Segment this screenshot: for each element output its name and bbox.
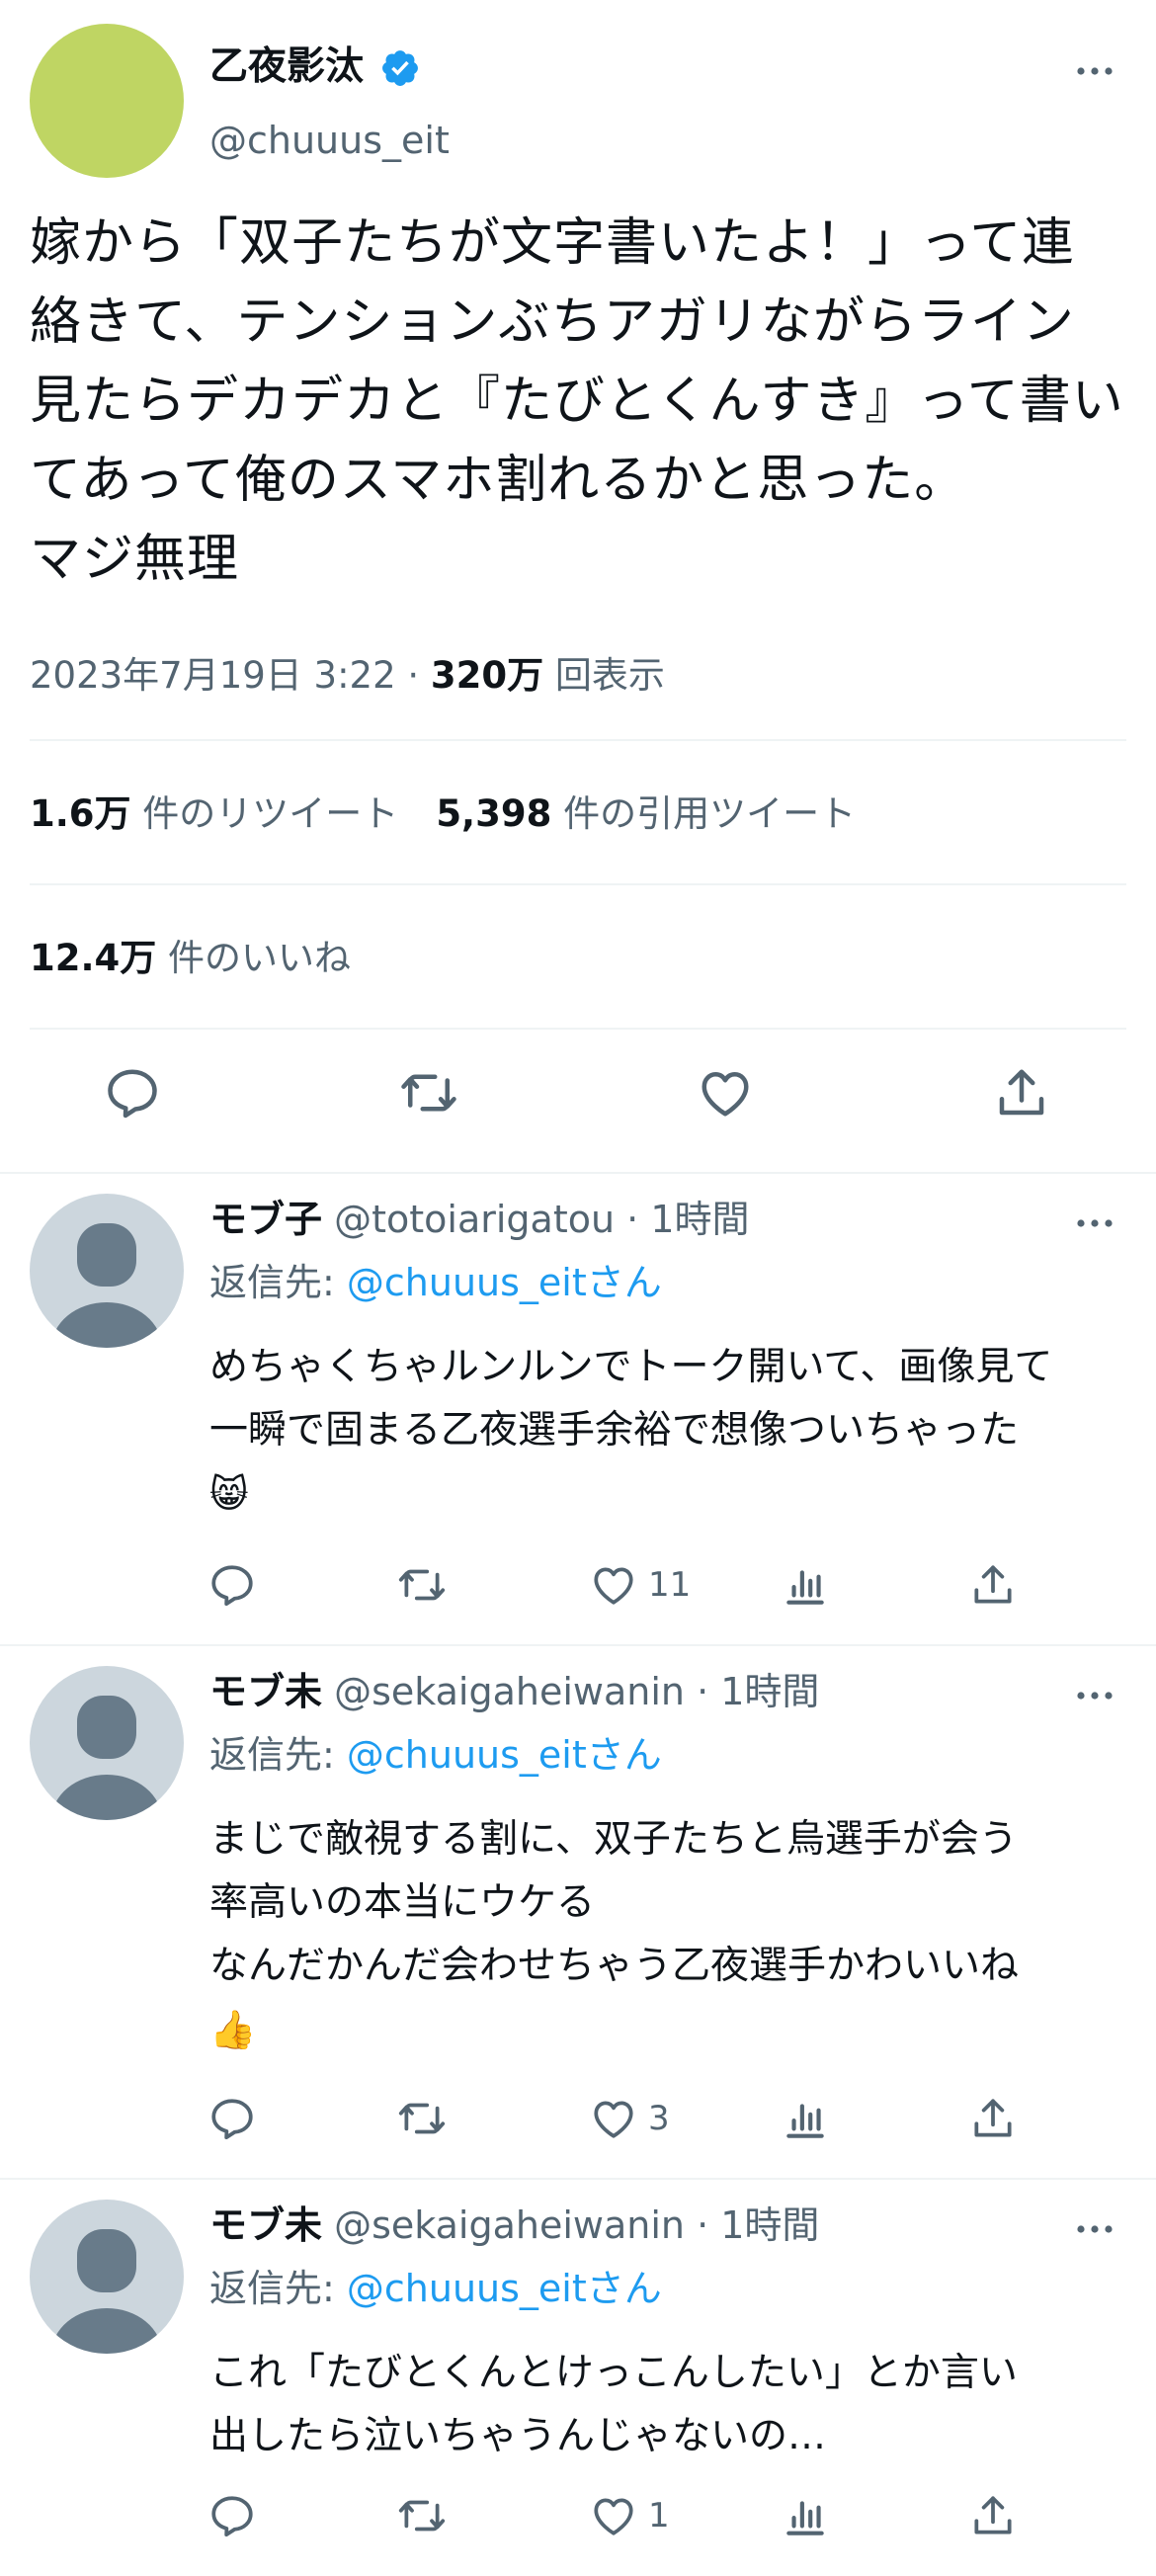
quotes-stat[interactable]: 5,398 件の引用ツイート — [436, 792, 856, 835]
like-icon[interactable] — [696, 1063, 755, 1122]
reply-icon[interactable] — [207, 1555, 257, 1615]
like-icon[interactable] — [589, 2089, 638, 2148]
divider — [30, 883, 1126, 885]
more-icon[interactable] — [1075, 1684, 1115, 1707]
like-count: 3 — [648, 2099, 670, 2138]
tweet-actions — [0, 1063, 1156, 1132]
reply-mention-link[interactable]: @chuuus_eitさん — [347, 1733, 662, 1777]
replying-to: 返信先: @chuuus_eitさん — [209, 1729, 662, 1781]
analytics-icon[interactable] — [781, 2089, 830, 2148]
quotes-label: 件の引用ツイート — [551, 792, 857, 835]
retweet-icon[interactable] — [399, 1063, 458, 1122]
reply-tweet[interactable]: モブ子 @totoiarigatou · 1時間 返信先: @chuuus_ei… — [0, 1174, 1156, 1646]
retweets-stat[interactable]: 1.6万 件のリツイート — [30, 792, 398, 835]
default-avatar-icon — [51, 1696, 162, 1820]
retweets-count: 1.6万 — [30, 792, 131, 835]
reply-author-name[interactable]: モブ未 — [209, 2203, 322, 2247]
reply-header: モブ子 @totoiarigatou · 1時間 — [209, 1194, 750, 1245]
replying-to-label: 返信先: — [209, 1733, 347, 1777]
retweet-icon[interactable] — [397, 1555, 447, 1615]
retweets-label: 件のリツイート — [130, 792, 399, 835]
reply-time: · 1時間 — [685, 1670, 820, 1713]
timestamp[interactable]: 2023年7月19日 3:22 · — [30, 654, 431, 697]
reply-text: まじで敵視する割に、双子たちと烏選手が会う 率高いの本当にウケる なんだかんだ会… — [209, 1808, 1128, 2062]
reply-text-body: めちゃくちゃルンルンでトーク開いて、画像見て 一瞬で固まる乙夜選手余裕で想像つい… — [209, 1345, 1053, 1453]
replying-to: 返信先: @chuuus_eitさん — [209, 1257, 662, 1308]
reply-time: · 1時間 — [615, 1198, 750, 1241]
reply-icon[interactable] — [207, 2089, 257, 2148]
share-icon[interactable] — [992, 1063, 1051, 1122]
reply-mention-link[interactable]: @chuuus_eitさん — [347, 2267, 662, 2310]
reply-header: モブ未 @sekaigaheiwanin · 1時間 — [209, 2200, 819, 2251]
reply-icon[interactable] — [103, 1063, 162, 1122]
avatar[interactable] — [30, 2200, 184, 2354]
reply-author-name[interactable]: モブ子 — [209, 1198, 322, 1241]
replying-to-label: 返信先: — [209, 2267, 347, 2310]
author-avatar[interactable] — [30, 24, 184, 178]
reply-actions: 3 — [0, 2089, 1156, 2148]
reply-header: モブ未 @sekaigaheiwanin · 1時間 — [209, 1666, 819, 1717]
reply-time: · 1時間 — [685, 2203, 820, 2247]
reply-mention-link[interactable]: @chuuus_eitさん — [347, 1261, 662, 1304]
replying-to-label: 返信先: — [209, 1261, 347, 1304]
like-count: 1 — [648, 2496, 670, 2535]
reply-author-handle[interactable]: @totoiarigatou — [334, 1198, 615, 1241]
author-name[interactable]: 乙夜影汰 — [209, 43, 364, 91]
likes-stat[interactable]: 12.4万 件のいいね — [30, 931, 351, 986]
more-icon[interactable] — [1075, 59, 1115, 83]
default-avatar-icon — [51, 1223, 162, 1348]
reply-tweet[interactable]: モブ未 @sekaigaheiwanin · 1時間 返信先: @chuuus_… — [0, 2180, 1156, 2576]
tweet-meta: 2023年7月19日 3:22 · 320万 回表示 — [30, 648, 665, 704]
reply-icon[interactable] — [207, 2486, 257, 2545]
quotes-count: 5,398 — [436, 792, 552, 835]
reply-author-handle[interactable]: @sekaigaheiwanin — [334, 1670, 685, 1713]
more-icon[interactable] — [1075, 1211, 1115, 1235]
verified-badge-icon — [382, 50, 418, 86]
divider — [30, 1028, 1126, 1030]
tweet-text: 嫁から「双子たちが文字書いたよ！」って連 絡きて、テンションぶちアガリながらライ… — [30, 213, 1124, 589]
likes-count: 12.4万 — [30, 937, 157, 979]
author-handle[interactable]: @chuuus_eit — [209, 117, 450, 164]
reply-text-body: これ「たびとくんとけっこんしたい」とか言い 出したら泣いちゃうんじゃないの… — [209, 2351, 1018, 2458]
more-icon[interactable] — [1075, 2217, 1115, 2241]
views-count: 320万 — [430, 654, 544, 697]
share-icon[interactable] — [968, 2089, 1018, 2148]
likes-label: 件のいいね — [156, 937, 352, 979]
analytics-icon[interactable] — [781, 2486, 830, 2545]
avatar[interactable] — [30, 1194, 184, 1348]
like-icon[interactable] — [589, 2486, 638, 2545]
share-icon[interactable] — [968, 1555, 1018, 1615]
replying-to: 返信先: @chuuus_eitさん — [209, 2263, 662, 2314]
avatar[interactable] — [30, 1666, 184, 1820]
like-count: 11 — [648, 1565, 692, 1605]
main-tweet: 乙夜影汰 @chuuus_eit 嫁から「双子たちが文字書いたよ！」って連 絡き… — [0, 0, 1156, 1174]
reply-actions: 1 — [0, 2486, 1156, 2545]
divider — [30, 739, 1126, 741]
default-avatar-icon — [51, 2229, 162, 2354]
reply-text: めちゃくちゃルンルンでトーク開いて、画像見て 一瞬で固まる乙夜選手余裕で想像つい… — [209, 1336, 1128, 1527]
reply-text: これ「たびとくんとけっこんしたい」とか言い 出したら泣いちゃうんじゃないの… — [209, 2342, 1128, 2468]
thumbs-up-emoji: 👍 — [209, 2008, 257, 2051]
reply-text-body: まじで敵視する割に、双子たちと烏選手が会う 率高いの本当にウケる なんだかんだ会… — [209, 1817, 1020, 1988]
retweet-quote-stats: 1.6万 件のリツイート 5,398 件の引用ツイート — [30, 787, 856, 842]
views-label: 回表示 — [543, 654, 665, 697]
analytics-icon[interactable] — [781, 1555, 830, 1615]
grinning-cat-emoji: 😸 — [209, 1472, 249, 1516]
retweet-icon[interactable] — [397, 2486, 447, 2545]
reply-author-handle[interactable]: @sekaigaheiwanin — [334, 2203, 685, 2247]
reply-tweet[interactable]: モブ未 @sekaigaheiwanin · 1時間 返信先: @chuuus_… — [0, 1646, 1156, 2180]
reply-author-name[interactable]: モブ未 — [209, 1670, 322, 1713]
share-icon[interactable] — [968, 2486, 1018, 2545]
reply-actions: 11 — [0, 1555, 1156, 1615]
like-icon[interactable] — [589, 1555, 638, 1615]
retweet-icon[interactable] — [397, 2089, 447, 2148]
